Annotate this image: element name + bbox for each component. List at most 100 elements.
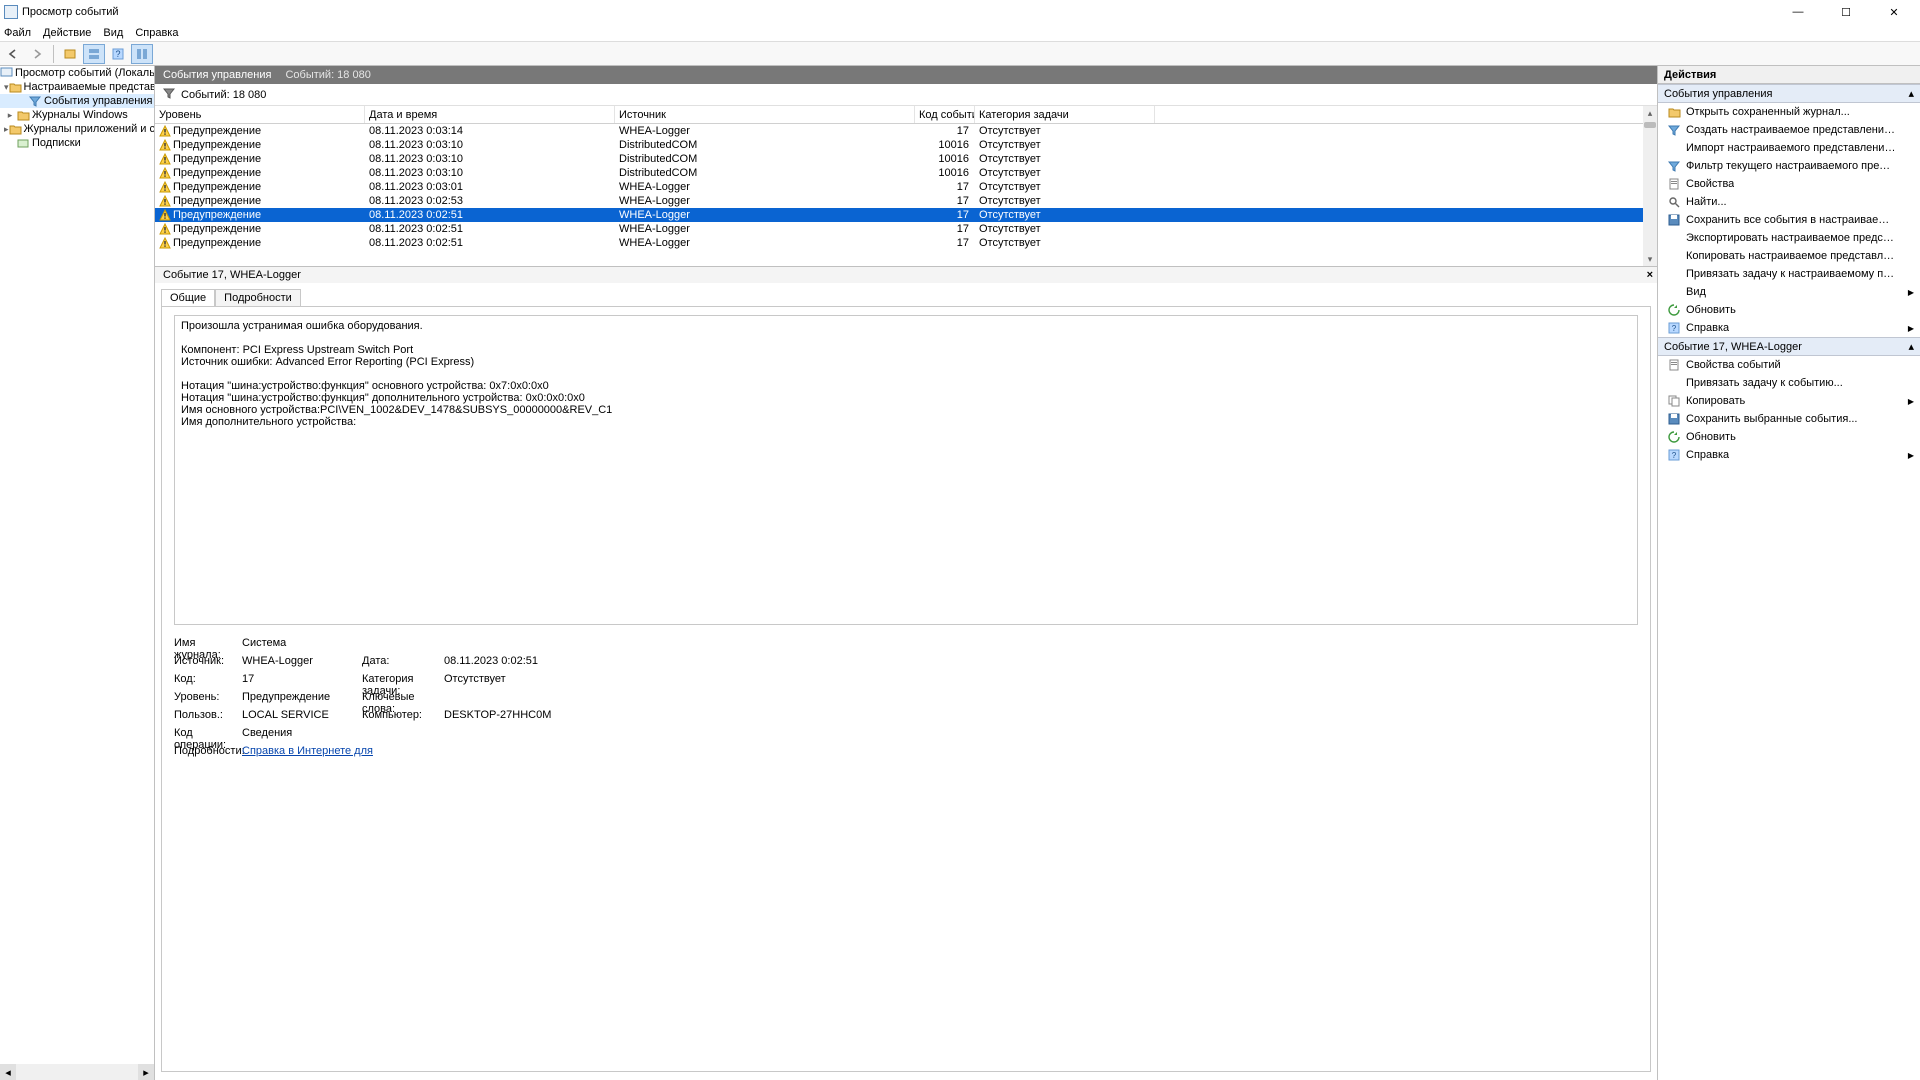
- event-list[interactable]: Уровень Дата и время Источник Код событи…: [155, 106, 1657, 266]
- maximize-button[interactable]: ☐: [1828, 3, 1864, 21]
- filter-current-icon: [1666, 159, 1682, 173]
- tree-custom-views[interactable]: ▾ Настраиваемые представления: [0, 80, 154, 94]
- collapse-icon[interactable]: ▴: [1908, 87, 1914, 100]
- event-row[interactable]: Предупреждение08.11.2023 0:03:10Distribu…: [155, 138, 1657, 152]
- center-header: События управления Событий: 18 080: [155, 66, 1657, 84]
- label-date: Дата:: [362, 655, 444, 673]
- action-help[interactable]: ? Справка▶: [1658, 319, 1920, 337]
- event-list-header[interactable]: Уровень Дата и время Источник Код событи…: [155, 106, 1657, 124]
- close-button[interactable]: ✕: [1876, 3, 1912, 21]
- label-moreinfo: Подробности:: [174, 745, 242, 763]
- event-level: Предупреждение: [173, 125, 261, 137]
- event-code: 10016: [915, 166, 975, 180]
- event-date: 08.11.2023 0:02:53: [365, 194, 615, 208]
- tree-root-label: Просмотр событий (Локальный): [15, 67, 155, 79]
- expand-icon[interactable]: ▸: [4, 110, 16, 121]
- actions-section-event: Событие 17, WHEA-Logger▴: [1658, 337, 1920, 356]
- col-level[interactable]: Уровень: [155, 106, 365, 123]
- action-item[interactable]: Привязать задачу к настраиваемому предст…: [1658, 265, 1920, 283]
- action-item[interactable]: Фильтр текущего настраиваемого представл…: [1658, 157, 1920, 175]
- col-code[interactable]: Код события: [915, 106, 975, 123]
- action-label: Копировать: [1686, 395, 1745, 407]
- toolbar-console-button[interactable]: [59, 44, 81, 64]
- scroll-left-icon[interactable]: ◂: [0, 1064, 16, 1080]
- tab-details[interactable]: Подробности: [215, 289, 301, 306]
- navigation-tree[interactable]: Просмотр событий (Локальный) ▾ Настраива…: [0, 66, 155, 1080]
- tree-app-logs[interactable]: ▸ Журналы приложений и служб: [0, 122, 154, 136]
- col-date[interactable]: Дата и время: [365, 106, 615, 123]
- collapse-icon[interactable]: ▴: [1908, 340, 1914, 353]
- action-refresh[interactable]: Обновить: [1658, 301, 1920, 319]
- event-code: 17: [915, 236, 975, 250]
- menu-file[interactable]: Файл: [4, 27, 31, 39]
- action-item[interactable]: Копировать▶: [1658, 392, 1920, 410]
- menu-view[interactable]: Вид: [103, 27, 123, 39]
- event-source: WHEA-Logger: [615, 208, 915, 222]
- toolbar-help-button[interactable]: ?: [107, 44, 129, 64]
- value-taskcat: Отсутствует: [444, 673, 506, 691]
- tree-windows-logs[interactable]: ▸ Журналы Windows: [0, 108, 154, 122]
- toolbar-preview-button[interactable]: [83, 44, 105, 64]
- properties-icon: [1666, 177, 1682, 191]
- action-item[interactable]: Свойства событий: [1658, 356, 1920, 374]
- col-source[interactable]: Источник: [615, 106, 915, 123]
- event-task: Отсутствует: [975, 194, 1155, 208]
- event-date: 08.11.2023 0:03:01: [365, 180, 615, 194]
- toolbar-actions-pane-button[interactable]: [131, 44, 153, 64]
- action-item[interactable]: Открыть сохраненный журнал...: [1658, 103, 1920, 121]
- action-item[interactable]: Свойства: [1658, 175, 1920, 193]
- event-row[interactable]: Предупреждение08.11.2023 0:03:10Distribu…: [155, 166, 1657, 180]
- toolbar: ?: [0, 42, 1920, 66]
- event-row[interactable]: Предупреждение08.11.2023 0:02:51WHEA-Log…: [155, 208, 1657, 222]
- minimize-button[interactable]: —: [1780, 3, 1816, 21]
- event-row[interactable]: Предупреждение08.11.2023 0:03:01WHEA-Log…: [155, 180, 1657, 194]
- scroll-thumb[interactable]: [1644, 122, 1656, 128]
- back-button[interactable]: [2, 44, 24, 64]
- tree-admin-events[interactable]: События управления: [0, 94, 154, 108]
- action-item[interactable]: Сохранить выбранные события...: [1658, 410, 1920, 428]
- action-item[interactable]: Обновить: [1658, 428, 1920, 446]
- event-row[interactable]: Предупреждение08.11.2023 0:03:14WHEA-Log…: [155, 124, 1657, 138]
- blank-icon: [1666, 267, 1682, 281]
- menu-action[interactable]: Действие: [43, 27, 91, 39]
- action-item[interactable]: ?Справка▶: [1658, 446, 1920, 464]
- menu-help[interactable]: Справка: [135, 27, 178, 39]
- more-info-link[interactable]: Справка в Интернете для: [242, 745, 373, 763]
- scroll-right-icon[interactable]: ▸: [138, 1064, 154, 1080]
- action-item[interactable]: Импорт настраиваемого представления...: [1658, 139, 1920, 157]
- action-item[interactable]: Создать настраиваемое представление...: [1658, 121, 1920, 139]
- tree-custom-views-label: Настраиваемые представления: [24, 81, 155, 93]
- folder-open-icon: [1666, 105, 1682, 119]
- event-row[interactable]: Предупреждение08.11.2023 0:02:51WHEA-Log…: [155, 222, 1657, 236]
- action-item[interactable]: Найти...: [1658, 193, 1920, 211]
- action-item[interactable]: Сохранить все события в настраиваемом пр…: [1658, 211, 1920, 229]
- forward-button[interactable]: [26, 44, 48, 64]
- folder-icon: [9, 123, 22, 136]
- event-source: WHEA-Logger: [615, 194, 915, 208]
- event-row[interactable]: Предупреждение08.11.2023 0:02:51WHEA-Log…: [155, 236, 1657, 250]
- scroll-up-icon[interactable]: ▴: [1643, 106, 1657, 120]
- action-item[interactable]: Копировать настраиваемое представление..…: [1658, 247, 1920, 265]
- event-row[interactable]: Предупреждение08.11.2023 0:03:10Distribu…: [155, 152, 1657, 166]
- tree-root[interactable]: Просмотр событий (Локальный): [0, 66, 154, 80]
- tab-general[interactable]: Общие: [161, 289, 215, 306]
- tree-scrollbar[interactable]: ◂ ▸: [0, 1064, 154, 1080]
- blank-icon: [1666, 249, 1682, 263]
- properties-icon: [1666, 358, 1682, 372]
- event-code: 17: [915, 124, 975, 138]
- filter-icon: [28, 95, 42, 108]
- action-label: Сохранить выбранные события...: [1686, 413, 1858, 425]
- actions-pane: Действия События управления▴ Открыть сох…: [1658, 66, 1920, 1080]
- value-date: 08.11.2023 0:02:51: [444, 655, 538, 673]
- action-view-submenu[interactable]: Вид▶: [1658, 283, 1920, 301]
- scroll-down-icon[interactable]: ▾: [1643, 252, 1657, 266]
- event-row[interactable]: Предупреждение08.11.2023 0:02:53WHEA-Log…: [155, 194, 1657, 208]
- filter-count: Событий: 18 080: [181, 89, 266, 101]
- tree-subscriptions[interactable]: Подписки: [0, 136, 154, 150]
- event-scrollbar[interactable]: ▴ ▾: [1643, 106, 1657, 266]
- col-task[interactable]: Категория задачи: [975, 106, 1155, 123]
- event-source: DistributedCOM: [615, 152, 915, 166]
- action-item[interactable]: Экспортировать настраиваемое представлен…: [1658, 229, 1920, 247]
- preview-close-button[interactable]: ×: [1647, 269, 1653, 281]
- action-item[interactable]: Привязать задачу к событию...: [1658, 374, 1920, 392]
